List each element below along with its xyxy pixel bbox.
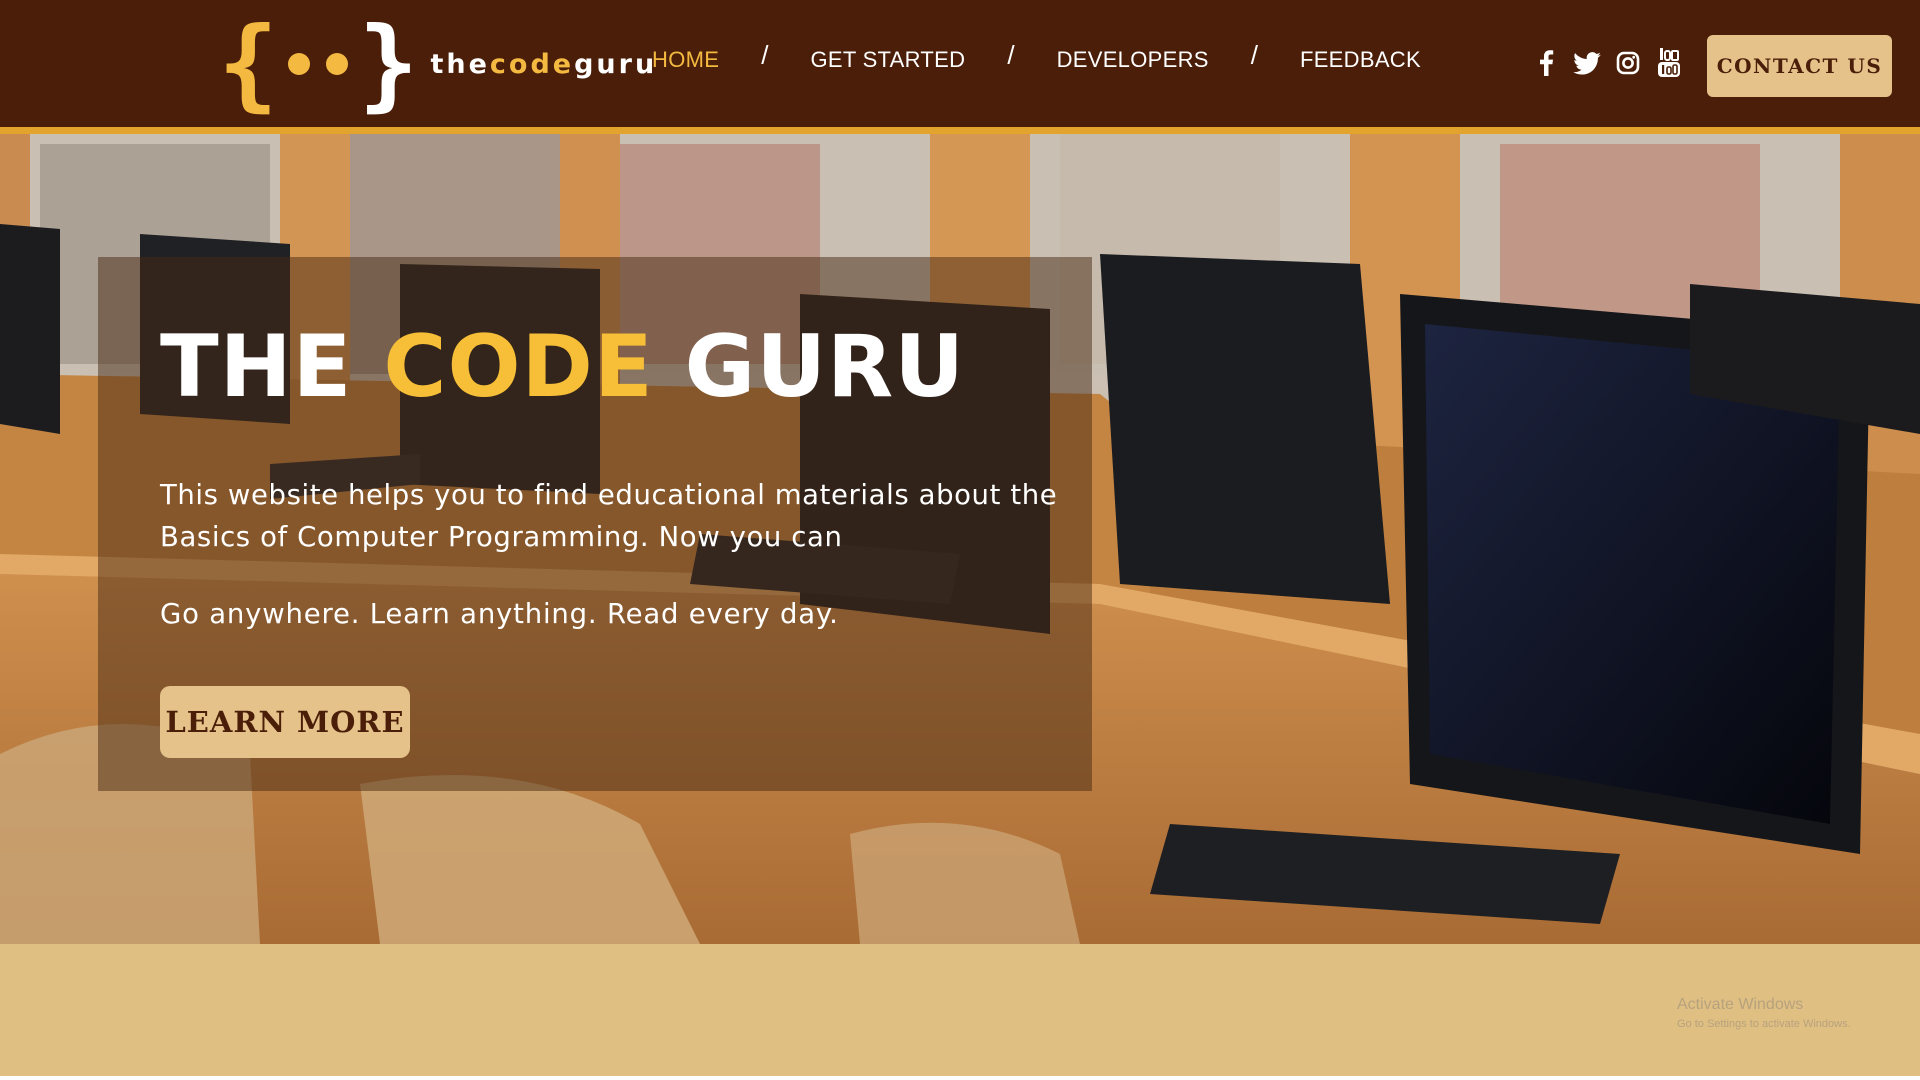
- nav-feedback[interactable]: FEEDBACK: [1300, 47, 1421, 73]
- instagram-icon[interactable]: [1614, 49, 1642, 77]
- hero-description: This website helps you to find education…: [160, 479, 1058, 553]
- nav-separator: /: [761, 40, 769, 70]
- hero-title: THE CODE GURU: [160, 324, 965, 410]
- nav-developers[interactable]: DEVELOPERS: [1057, 47, 1209, 73]
- twitter-icon[interactable]: [1573, 49, 1601, 77]
- nav-home[interactable]: HOME: [652, 47, 719, 73]
- hero-title-accent: CODE: [383, 317, 654, 417]
- top-navbar: { } thecodeguru HOME / GET STARTED / DEV…: [0, 0, 1920, 134]
- contact-us-button[interactable]: CONTACT US: [1707, 35, 1892, 97]
- logo-brace-open: {: [218, 5, 279, 122]
- logo-text-start: the: [430, 48, 490, 80]
- site-logo[interactable]: { } thecodeguru: [218, 12, 657, 116]
- watermark-title: Activate Windows: [1677, 996, 1804, 1013]
- nav-separator: /: [1250, 40, 1258, 70]
- youtube-icon[interactable]: [1655, 48, 1683, 77]
- watermark-subtitle: Go to Settings to activate Windows.: [1677, 1018, 1851, 1030]
- hero-title-part1: THE: [160, 317, 384, 417]
- social-links: [1532, 48, 1696, 77]
- logo-wordmark: thecodeguru: [430, 49, 657, 80]
- hero-tagline: Go anywhere. Learn anything. Read every …: [160, 598, 839, 630]
- logo-dot: [326, 53, 349, 75]
- learn-more-button[interactable]: LEARN MORE: [160, 686, 410, 758]
- logo-text-mid: code: [489, 48, 575, 80]
- logo-dot: [288, 53, 311, 75]
- logo-dots: [280, 53, 356, 75]
- bottom-edge-line: [0, 1076, 1920, 1080]
- main-nav: HOME / GET STARTED / DEVELOPERS / FEEDBA…: [652, 40, 1421, 75]
- windows-activation-watermark: Activate Windows Go to Settings to activ…: [1677, 996, 1851, 1030]
- logo-text-end: guru: [574, 48, 658, 80]
- hero-title-part2: GURU: [653, 317, 966, 417]
- nav-get-started[interactable]: GET STARTED: [810, 47, 965, 73]
- nav-separator: /: [1007, 40, 1015, 70]
- facebook-icon[interactable]: [1532, 49, 1560, 77]
- logo-brace-close: }: [358, 5, 419, 122]
